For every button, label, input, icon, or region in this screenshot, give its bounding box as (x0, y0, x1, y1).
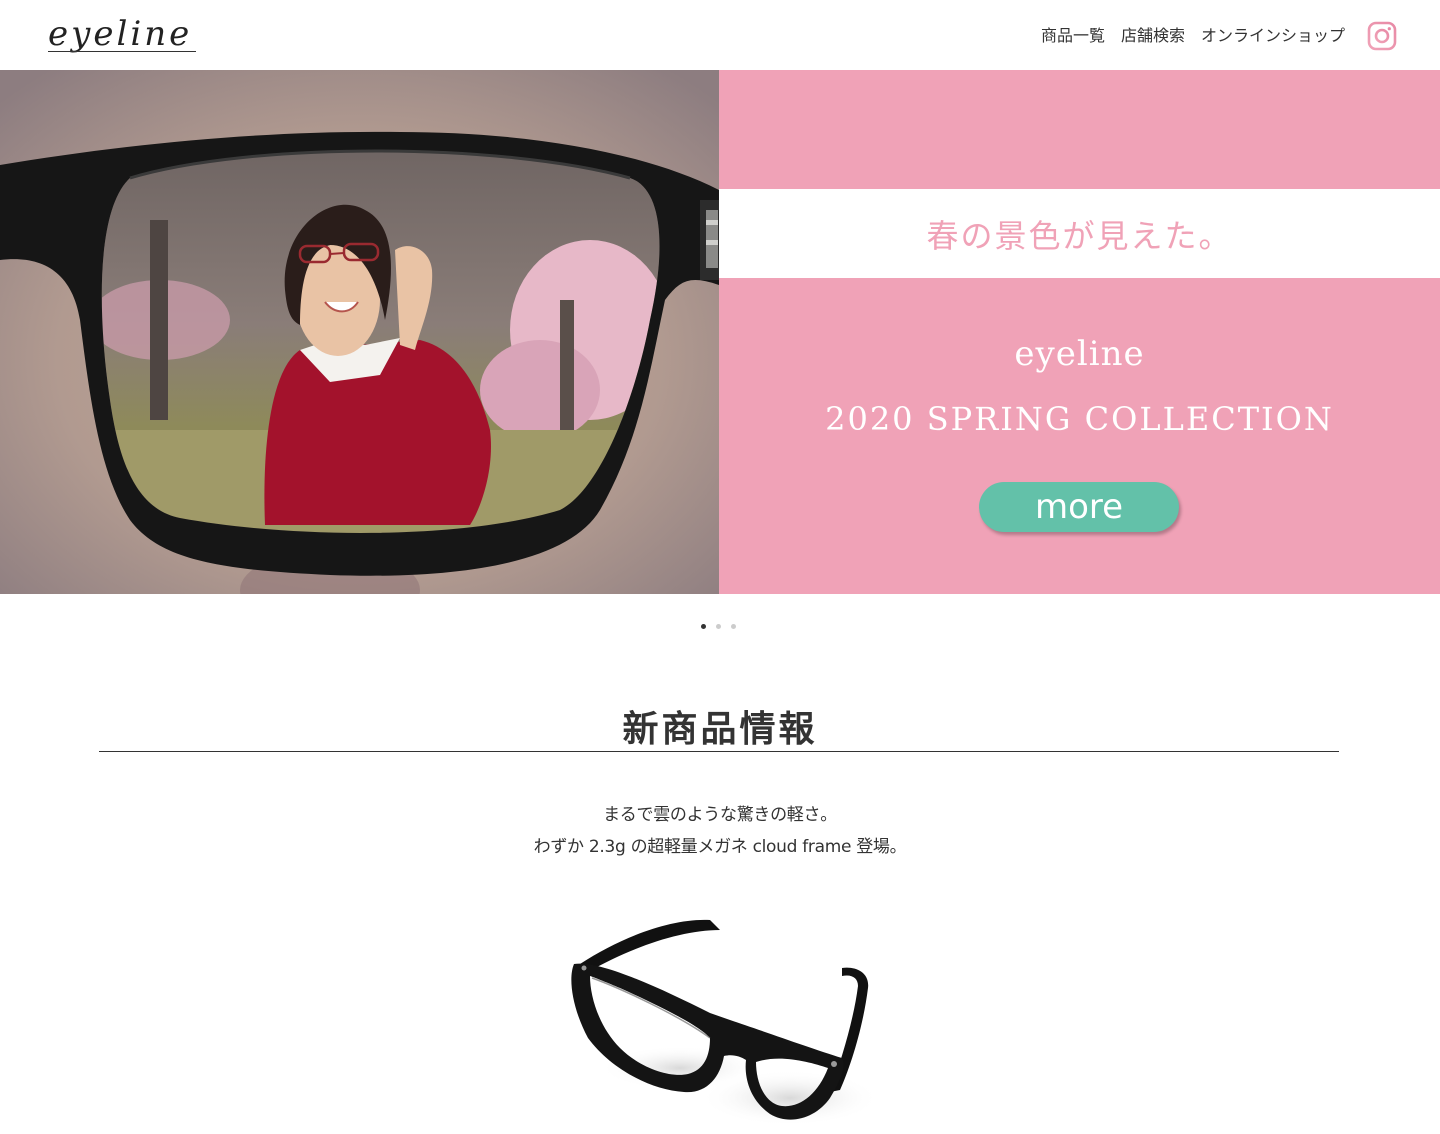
section-title-new-products: 新商品情報 (622, 709, 818, 750)
product-description-line-2: わずか 2.3g の超軽量メガネ cloud frame 登場。 (533, 837, 907, 857)
slider-dot-3[interactable] (731, 624, 736, 629)
product-image-cloud-frame (560, 868, 900, 1134)
site-header: eyeline 商品一覧 店舗検索 オンラインショップ (0, 0, 1440, 70)
section-divider (99, 751, 1339, 752)
hero-slider: 春の景色が見えた。 eyeline 2020 SPRING COLLECTION… (0, 70, 1440, 594)
hero-brand-name: eyeline (1014, 334, 1145, 374)
hero-promo-panel: 春の景色が見えた。 eyeline 2020 SPRING COLLECTION… (719, 70, 1440, 594)
main-nav: 商品一覧 店舗検索 オンラインショップ (1041, 24, 1345, 48)
product-description-line-1: まるで雲のような驚きの軽さ。 (603, 805, 837, 825)
hero-photo (0, 70, 719, 594)
logo-underline (48, 51, 196, 52)
hero-collection-title: 2020 SPRING COLLECTION (825, 400, 1334, 438)
slider-pagination (701, 624, 736, 629)
site-logo[interactable]: eyeline (48, 14, 196, 54)
more-button[interactable]: more (979, 482, 1179, 532)
nav-item-online-shop[interactable]: オンラインショップ (1201, 24, 1345, 48)
slider-dot-2[interactable] (716, 624, 721, 629)
nav-item-products[interactable]: 商品一覧 (1041, 24, 1105, 48)
hero-tagline: 春の景色が見えた。 (926, 216, 1233, 255)
nav-item-store-search[interactable]: 店舗検索 (1121, 24, 1185, 48)
tagline-band: 春の景色が見えた。 (719, 189, 1440, 278)
instagram-icon[interactable] (1367, 21, 1397, 51)
slider-dot-1[interactable] (701, 624, 706, 629)
hero-photo-illustration (0, 70, 719, 594)
